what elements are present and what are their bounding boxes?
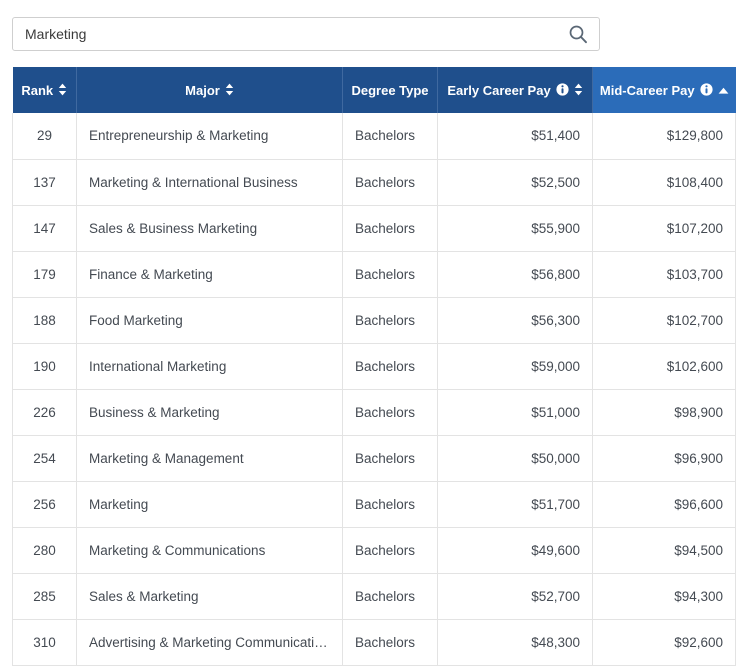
table-cell-major: Business & Marketing (77, 389, 343, 435)
table-row[interactable]: 179Finance & MarketingBachelors$56,800$1… (13, 251, 736, 297)
table-cell-early-career-pay: $49,600 (438, 527, 593, 573)
table-cell-mid-career-pay: $94,300 (593, 573, 736, 619)
search-icon (568, 24, 588, 44)
table-cell-early-career-pay: $51,700 (438, 481, 593, 527)
table-cell-major: Sales & Business Marketing (77, 205, 343, 251)
table-cell-major: Food Marketing (77, 297, 343, 343)
table-cell-early-career-pay: $56,800 (438, 251, 593, 297)
table-cell-degree-type: Bachelors (343, 251, 438, 297)
table-cell-early-career-pay: $52,700 (438, 573, 593, 619)
table-cell-major: Advertising & Marketing Communications (77, 619, 343, 665)
table-row[interactable]: 188Food MarketingBachelors$56,300$102,70… (13, 297, 736, 343)
column-header-degree-type-label: Degree Type (351, 84, 428, 97)
table-row[interactable]: 29Entrepreneurship & MarketingBachelors$… (13, 113, 736, 159)
table-row[interactable]: 256MarketingBachelors$51,700$96,600 (13, 481, 736, 527)
rankings-table-wrapper: Rank Major (12, 67, 735, 666)
table-cell-rank: 226 (13, 389, 77, 435)
table-cell-degree-type: Bachelors (343, 435, 438, 481)
info-icon[interactable] (556, 83, 569, 98)
table-cell-mid-career-pay: $98,900 (593, 389, 736, 435)
table-cell-degree-type: Bachelors (343, 573, 438, 619)
table-cell-early-career-pay: $52,500 (438, 159, 593, 205)
table-cell-rank: 29 (13, 113, 77, 159)
table-cell-mid-career-pay: $94,500 (593, 527, 736, 573)
column-header-major-label: Major (185, 84, 220, 97)
column-header-mid-career-pay[interactable]: Mid-Career Pay (593, 67, 736, 113)
table-cell-rank: 280 (13, 527, 77, 573)
table-cell-mid-career-pay: $107,200 (593, 205, 736, 251)
table-cell-degree-type: Bachelors (343, 297, 438, 343)
sort-ascending-icon[interactable] (718, 84, 729, 97)
column-header-degree-type: Degree Type (343, 67, 438, 113)
column-header-rank-label: Rank (21, 84, 53, 97)
table-cell-early-career-pay: $56,300 (438, 297, 593, 343)
table-cell-rank: 310 (13, 619, 77, 665)
rankings-table: Rank Major (12, 67, 736, 666)
column-header-early-career-pay[interactable]: Early Career Pay (438, 67, 593, 113)
table-row[interactable]: 285Sales & MarketingBachelors$52,700$94,… (13, 573, 736, 619)
table-cell-degree-type: Bachelors (343, 619, 438, 665)
table-cell-rank: 137 (13, 159, 77, 205)
table-cell-early-career-pay: $51,400 (438, 113, 593, 159)
sort-updown-icon[interactable] (574, 83, 583, 98)
table-row[interactable]: 147Sales & Business MarketingBachelors$5… (13, 205, 736, 251)
table-cell-early-career-pay: $59,000 (438, 343, 593, 389)
table-cell-early-career-pay: $48,300 (438, 619, 593, 665)
table-cell-major: Marketing & Communications (77, 527, 343, 573)
table-header: Rank Major (13, 67, 736, 113)
table-cell-major: Marketing & Management (77, 435, 343, 481)
table-cell-degree-type: Bachelors (343, 389, 438, 435)
table-cell-degree-type: Bachelors (343, 481, 438, 527)
info-icon[interactable] (700, 83, 713, 98)
table-cell-rank: 179 (13, 251, 77, 297)
table-row[interactable]: 310Advertising & Marketing Communication… (13, 619, 736, 665)
table-row[interactable]: 254Marketing & ManagementBachelors$50,00… (13, 435, 736, 481)
table-cell-degree-type: Bachelors (343, 343, 438, 389)
table-cell-mid-career-pay: $92,600 (593, 619, 736, 665)
table-cell-degree-type: Bachelors (343, 527, 438, 573)
table-cell-major: Marketing (77, 481, 343, 527)
column-header-early-career-pay-label: Early Career Pay (447, 84, 550, 97)
search-bar[interactable] (12, 17, 600, 51)
table-cell-rank: 285 (13, 573, 77, 619)
table-cell-mid-career-pay: $129,800 (593, 113, 736, 159)
table-cell-major: International Marketing (77, 343, 343, 389)
table-cell-mid-career-pay: $96,600 (593, 481, 736, 527)
column-header-mid-career-pay-label: Mid-Career Pay (600, 84, 695, 97)
table-header-row: Rank Major (13, 67, 736, 113)
table-cell-early-career-pay: $50,000 (438, 435, 593, 481)
table-cell-major: Entrepreneurship & Marketing (77, 113, 343, 159)
table-cell-degree-type: Bachelors (343, 159, 438, 205)
table-cell-mid-career-pay: $102,700 (593, 297, 736, 343)
table-cell-major: Sales & Marketing (77, 573, 343, 619)
column-header-major[interactable]: Major (77, 67, 343, 113)
table-cell-mid-career-pay: $102,600 (593, 343, 736, 389)
sort-updown-icon[interactable] (225, 83, 234, 98)
search-input[interactable] (13, 18, 557, 50)
search-button[interactable] (557, 18, 599, 50)
table-cell-early-career-pay: $51,000 (438, 389, 593, 435)
table-row[interactable]: 137Marketing & International BusinessBac… (13, 159, 736, 205)
table-row[interactable]: 226Business & MarketingBachelors$51,000$… (13, 389, 736, 435)
table-cell-mid-career-pay: $103,700 (593, 251, 736, 297)
table-row[interactable]: 280Marketing & CommunicationsBachelors$4… (13, 527, 736, 573)
table-cell-major: Marketing & International Business (77, 159, 343, 205)
table-cell-rank: 188 (13, 297, 77, 343)
rankings-page: Rank Major (0, 0, 742, 667)
table-cell-rank: 147 (13, 205, 77, 251)
table-cell-rank: 256 (13, 481, 77, 527)
table-cell-major: Finance & Marketing (77, 251, 343, 297)
table-cell-degree-type: Bachelors (343, 113, 438, 159)
column-header-rank[interactable]: Rank (13, 67, 77, 113)
table-cell-early-career-pay: $55,900 (438, 205, 593, 251)
table-body: 29Entrepreneurship & MarketingBachelors$… (13, 113, 736, 665)
table-row[interactable]: 190International MarketingBachelors$59,0… (13, 343, 736, 389)
sort-updown-icon[interactable] (58, 83, 67, 98)
table-cell-mid-career-pay: $96,900 (593, 435, 736, 481)
table-cell-rank: 254 (13, 435, 77, 481)
table-cell-mid-career-pay: $108,400 (593, 159, 736, 205)
table-cell-rank: 190 (13, 343, 77, 389)
table-cell-degree-type: Bachelors (343, 205, 438, 251)
